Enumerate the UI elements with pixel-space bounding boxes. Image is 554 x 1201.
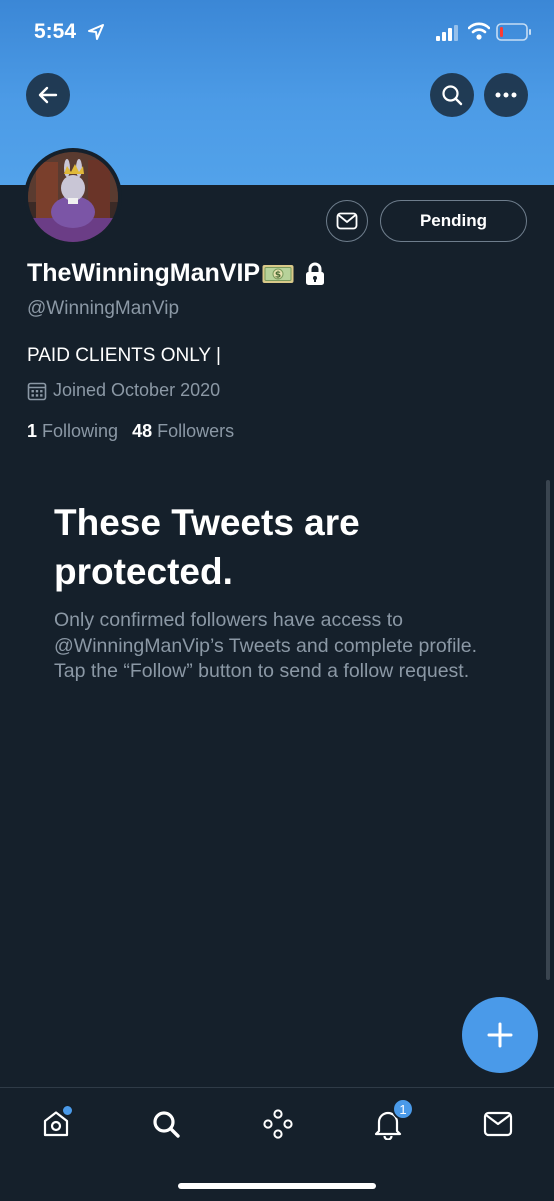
- following-label: Following: [42, 421, 119, 441]
- protected-description: Only confirmed followers have access to …: [54, 609, 478, 682]
- status-bar: 5:54: [0, 0, 554, 64]
- protected-title: These Tweets are protected.: [54, 502, 360, 592]
- home-indicator[interactable]: [178, 1183, 376, 1189]
- tab-notifications[interactable]: 1: [368, 1098, 414, 1144]
- scroll-indicator: [546, 480, 550, 980]
- messages-envelope-icon: [483, 1111, 513, 1137]
- protected-lock-icon: [306, 262, 325, 285]
- joined-date-row: Joined October 2020: [27, 380, 220, 401]
- back-arrow-icon: [38, 86, 58, 104]
- followers-link[interactable]: 48 Followers: [132, 421, 234, 442]
- avatar-image: [28, 152, 118, 242]
- followers-label: Followers: [157, 421, 235, 441]
- compose-tweet-button[interactable]: [462, 997, 538, 1073]
- followers-count: 48: [132, 421, 153, 441]
- dollar-banknote-icon: $: [262, 264, 294, 283]
- profile-avatar[interactable]: [24, 148, 122, 246]
- display-name: TheWinningManVIP: [27, 259, 261, 287]
- follow-stats: 1 Following 48 Followers: [27, 421, 234, 442]
- search-icon: [153, 1111, 180, 1138]
- following-link[interactable]: 1 Following: [27, 421, 118, 442]
- calendar-icon: [27, 382, 47, 400]
- tab-home[interactable]: [36, 1104, 76, 1144]
- envelope-icon: [336, 212, 358, 230]
- profile-bio: PAID CLIENTS ONLY |: [27, 345, 221, 366]
- search-button[interactable]: [430, 73, 474, 117]
- battery-icon: [496, 23, 531, 41]
- following-count: 1: [27, 421, 38, 441]
- location-arrow-icon: [88, 24, 104, 40]
- wifi-icon: [468, 22, 490, 40]
- tab-spaces[interactable]: [258, 1104, 298, 1144]
- more-options-button[interactable]: [484, 73, 528, 117]
- plus-icon: [487, 1022, 513, 1048]
- spaces-icon: [263, 1109, 293, 1139]
- profile-handle: @WinningManVip: [27, 298, 180, 319]
- tab-messages[interactable]: [478, 1104, 518, 1144]
- pending-follow-button[interactable]: Pending: [380, 200, 527, 242]
- notification-badge: 1: [392, 1098, 414, 1120]
- back-button[interactable]: [26, 73, 70, 117]
- cellular-signal-icon: [436, 25, 458, 41]
- status-time: 5:54: [34, 20, 77, 43]
- more-icon: [495, 92, 517, 98]
- profile-name-row: TheWinningManVIP $: [27, 259, 326, 288]
- svg-text:$: $: [275, 270, 281, 280]
- new-content-dot: [62, 1105, 73, 1116]
- message-button[interactable]: [326, 200, 368, 242]
- joined-date: Joined October 2020: [53, 380, 221, 400]
- tab-search[interactable]: [146, 1104, 186, 1144]
- search-icon: [442, 85, 463, 106]
